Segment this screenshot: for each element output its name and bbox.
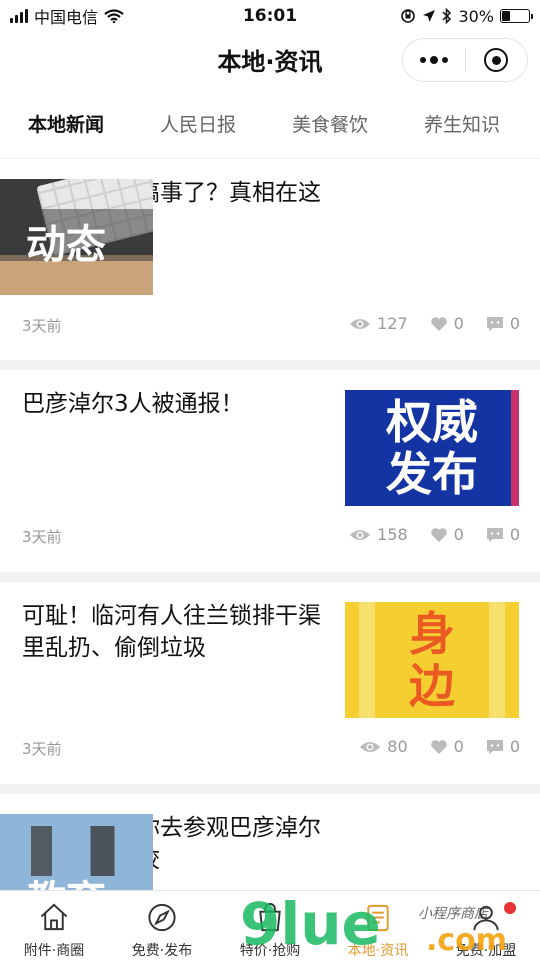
clock: 16:01: [242, 6, 298, 26]
article-stats: 127 0 0: [349, 314, 520, 333]
battery-percent: 30%: [458, 6, 494, 26]
bottom-tab-bar: 附件·商圈 免费·发布 特价·抢购 本地·资讯 免费·加盟: [0, 890, 540, 960]
article-time: 3天前: [22, 740, 62, 758]
wifi-icon: [104, 9, 124, 23]
status-bar: 中国电信 16:01 30%: [0, 0, 540, 32]
tabbar-item-join[interactable]: 免费·加盟: [432, 891, 540, 960]
comment-icon: [486, 739, 503, 754]
article-stats: 80 0 0: [359, 737, 520, 756]
thumbnail-caption-line: 权威: [386, 395, 478, 449]
article-card[interactable]: 刮刮乐又要搞事了？真相在这里！ 动态 3天前 127 0 0: [0, 158, 540, 360]
eye-icon: [350, 318, 371, 329]
tabbar-label: 附件·商圈: [23, 943, 85, 959]
comment-icon: [486, 316, 503, 331]
battery-level: [502, 11, 510, 21]
tab-local-news[interactable]: 本地新闻: [28, 100, 104, 147]
comments-stat[interactable]: 0: [486, 525, 520, 544]
comments-count: 0: [509, 314, 520, 333]
more-dots-icon: [419, 56, 448, 64]
tabbar-label: 特价·抢购: [239, 943, 301, 959]
target-icon: [484, 48, 509, 72]
likes-stat[interactable]: 0: [430, 737, 464, 756]
article-thumbnail: 教育: [0, 814, 153, 890]
more-button[interactable]: [403, 39, 465, 81]
tabbar-label: 免费·发布: [131, 943, 193, 959]
category-tabs: 本地新闻 人民日报 美食餐饮 养生知识: [0, 88, 540, 158]
thumbnail-caption-line: 边: [409, 659, 455, 713]
comments-count: 0: [509, 737, 520, 756]
views-count: 80: [387, 737, 408, 756]
thumbnail-caption: 权威 发布: [345, 396, 519, 500]
article-title: 可耻！临河有人往兰锁排干渠里乱扔、偷倒垃圾: [22, 603, 321, 661]
views-count: 158: [377, 525, 408, 544]
user-icon: [473, 905, 499, 931]
comments-stat[interactable]: 0: [486, 737, 520, 756]
likes-count: 0: [453, 314, 464, 333]
likes-stat[interactable]: 0: [430, 525, 464, 544]
bag-icon: [259, 903, 281, 932]
home-icon: [40, 903, 68, 931]
views-stat: 127: [349, 314, 408, 333]
tab-peoples-daily[interactable]: 人民日报: [160, 100, 236, 147]
eye-icon: [360, 741, 381, 752]
heart-icon: [430, 316, 447, 331]
likes-count: 0: [453, 525, 464, 544]
tabbar-label: 免费·加盟: [455, 943, 517, 959]
compass-icon: [148, 903, 176, 932]
tab-food[interactable]: 美食餐饮: [292, 100, 368, 147]
tabbar-item-deals[interactable]: 特价·抢购: [216, 891, 324, 960]
views-stat: 158: [349, 525, 408, 544]
comment-icon: [486, 527, 503, 542]
thumbnail-caption-line: 发布: [386, 447, 478, 501]
article-thumbnail: 身 边: [345, 602, 519, 718]
carrier-label: 中国电信: [34, 8, 99, 27]
signal-icon: [10, 9, 28, 23]
miniprogram-capsule: [402, 38, 528, 82]
comments-stat[interactable]: 0: [486, 314, 520, 333]
comments-count: 0: [509, 525, 520, 544]
views-stat: 80: [359, 737, 408, 756]
thumbnail-caption-line: 身: [409, 607, 455, 661]
article-thumbnail: 权威 发布: [345, 390, 519, 506]
article-thumbnail: 动态: [0, 179, 153, 295]
heart-icon: [430, 739, 447, 754]
tab-health[interactable]: 养生知识: [424, 100, 500, 147]
article-stats: 158 0 0: [349, 525, 520, 544]
article-card[interactable]: 可耻！临河有人往兰锁排干渠里乱扔、偷倒垃圾 身 边 3天前 80 0 0: [0, 582, 540, 784]
tabbar-item-publish[interactable]: 免费·发布: [108, 891, 216, 960]
article-feed: 刮刮乐又要搞事了？真相在这里！ 动态 3天前 127 0 0 巴彦淖尔3人被通报…: [0, 158, 540, 890]
location-icon: [423, 10, 436, 22]
battery-icon: [500, 9, 533, 23]
article-card[interactable]: 巴彦淖尔3人被通报！ 权威 发布 3天前 158 0 0: [0, 370, 540, 572]
eye-icon: [350, 529, 371, 540]
thumbnail-caption: 身 边: [345, 608, 519, 712]
news-icon: [367, 904, 389, 932]
views-count: 127: [377, 314, 408, 333]
nav-bar: 本地·资讯: [0, 32, 540, 88]
close-miniprogram-button[interactable]: [466, 39, 528, 81]
likes-stat[interactable]: 0: [430, 314, 464, 333]
tabbar-label: 本地·资讯: [347, 943, 409, 959]
article-card[interactable]: 来来来！带你去参观巴彦淖尔职业技术学校 教育: [0, 794, 540, 890]
article-time: 3天前: [22, 528, 62, 546]
article-time: 3天前: [22, 317, 62, 335]
orientation-lock-icon: [401, 9, 416, 23]
tabbar-item-business[interactable]: 附件·商圈: [0, 891, 108, 960]
article-title: 巴彦淖尔3人被通报！: [22, 391, 244, 417]
heart-icon: [430, 527, 447, 542]
bluetooth-icon: [442, 8, 452, 24]
tabbar-item-news[interactable]: 本地·资讯: [324, 891, 432, 960]
thumbnail-caption: 教育: [0, 868, 153, 890]
likes-count: 0: [453, 737, 464, 756]
thumbnail-caption: 动态: [26, 222, 106, 268]
